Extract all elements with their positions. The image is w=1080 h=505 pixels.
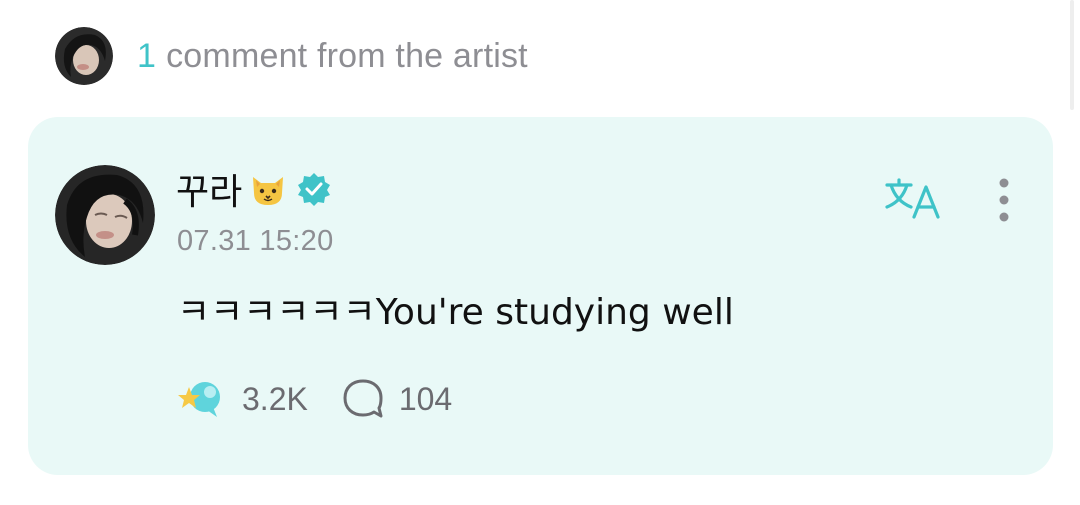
star-bubble-like-icon[interactable] xyxy=(177,377,225,421)
section-header: 1 comment from the artist xyxy=(55,27,528,85)
like-count: 3.2K xyxy=(242,380,308,417)
comment-heading-label: comment from the artist xyxy=(166,36,528,75)
author-avatar[interactable] xyxy=(55,165,155,265)
comment-body: ㅋㅋㅋㅋㅋㅋYou're studying well xyxy=(177,292,734,333)
scrollbar[interactable] xyxy=(1070,0,1074,110)
artist-comment-heading: 1 comment from the artist xyxy=(137,37,528,76)
author-name[interactable]: 꾸라 xyxy=(176,163,242,215)
comment-card: 꾸라 07.31 15:20 ㅋㅋㅋㅋㅋㅋYou're studying wel… xyxy=(28,117,1053,475)
comment-bubble-icon[interactable] xyxy=(341,377,385,421)
comment-timestamp: 07.31 15:20 xyxy=(177,225,334,257)
more-vertical-icon[interactable] xyxy=(992,177,1016,227)
artist-avatar[interactable] xyxy=(55,27,113,85)
author-row: 꾸라 xyxy=(176,167,332,213)
cat-face-icon xyxy=(253,177,284,205)
reply-count: 104 xyxy=(398,380,453,417)
artist-comment-section: 1 comment from the artist 꾸라 07.31 15:20… xyxy=(0,0,1080,505)
translate-icon[interactable] xyxy=(884,177,942,221)
comment-count: 1 xyxy=(137,36,157,75)
verified-badge-icon xyxy=(298,173,331,206)
comment-actions: 3.2K 104 xyxy=(177,377,452,421)
